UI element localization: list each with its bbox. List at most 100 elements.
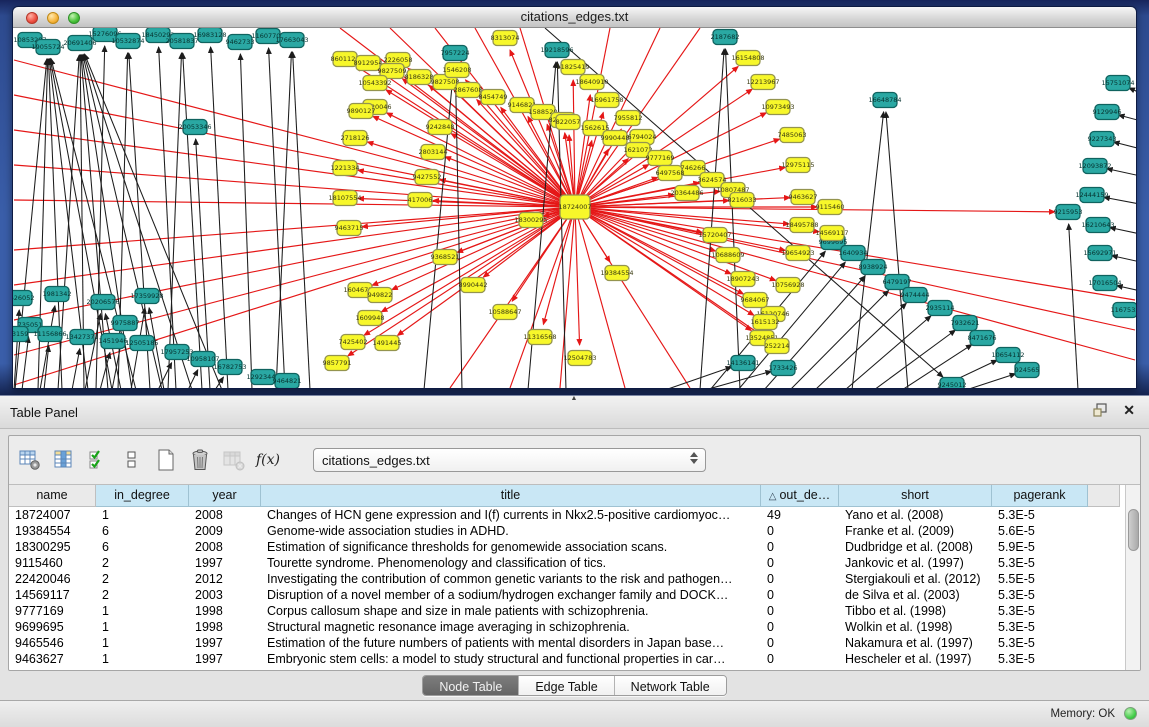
table-cell[interactable]: 1997 xyxy=(189,651,261,667)
select-rows-icon[interactable] xyxy=(87,449,109,471)
graph-node[interactable]: 12504783 xyxy=(563,351,596,366)
graph-node[interactable]: 7485063 xyxy=(778,128,807,143)
graph-node[interactable]: 11156866 xyxy=(33,327,66,342)
table-cell[interactable]: 1 xyxy=(96,619,189,635)
graph-node[interactable]: 9115460 xyxy=(816,200,845,215)
table-cell[interactable]: 0 xyxy=(761,651,839,667)
function-builder-icon[interactable]: f(x) xyxy=(257,449,279,471)
graph-node[interactable]: 10973493 xyxy=(761,100,794,115)
graph-node[interactable]: 10756928 xyxy=(771,278,804,293)
table-cell[interactable]: Hescheler et al. (1997) xyxy=(839,651,992,667)
graph-node[interactable]: 2935114 xyxy=(926,301,955,316)
graph-node[interactable]: 9245012 xyxy=(938,378,967,390)
tab-node-table[interactable]: Node Table xyxy=(423,676,519,696)
graph-node[interactable]: 14569117 xyxy=(815,226,848,241)
graph-node[interactable]: 6497568 xyxy=(656,166,685,181)
graph-node[interactable]: 393159 xyxy=(13,327,28,342)
table-cell[interactable]: 1 xyxy=(96,635,189,651)
graph-node[interactable]: 18907243 xyxy=(726,272,759,287)
column-header-name[interactable]: name xyxy=(9,485,96,507)
table-cell[interactable]: 1998 xyxy=(189,619,261,635)
graph-node[interactable]: 924565 xyxy=(1015,363,1040,378)
table-cell[interactable]: 5.5E-5 xyxy=(992,571,1088,587)
table-cell[interactable]: 5.3E-5 xyxy=(992,635,1088,651)
table-cell[interactable]: 1 xyxy=(96,651,189,667)
table-cell[interactable]: 2 xyxy=(96,555,189,571)
graph-node[interactable]: 2187682 xyxy=(711,30,740,45)
table-cell[interactable]: 5.3E-5 xyxy=(992,507,1088,523)
graph-node[interactable]: 9857791 xyxy=(323,356,352,371)
graph-node[interactable]: 1491445 xyxy=(373,336,402,351)
graph-node[interactable]: 15692971 xyxy=(1083,246,1116,261)
graph-node[interactable]: 9215953 xyxy=(1054,205,1083,220)
graph-node[interactable]: 9684067 xyxy=(741,293,770,308)
float-panel-icon[interactable] xyxy=(1093,403,1109,417)
graph-node[interactable]: 2718126 xyxy=(341,131,370,146)
graph-node[interactable]: 1609948 xyxy=(356,311,385,326)
network-canvas[interactable]: 1085328719055724206914061527609610532874… xyxy=(13,28,1136,389)
table-vertical-scrollbar[interactable] xyxy=(1125,485,1140,671)
graph-node[interactable]: 16648784 xyxy=(868,93,901,108)
table-cell[interactable]: 2 xyxy=(96,571,189,587)
create-table-icon[interactable] xyxy=(155,449,177,471)
graph-node[interactable]: 18724007 xyxy=(558,195,591,219)
graph-node[interactable]: 1640934 xyxy=(839,246,868,261)
graph-node[interactable]: 18640910 xyxy=(575,75,608,90)
graph-node[interactable]: 1546208 xyxy=(443,63,472,78)
table-cell[interactable]: Embryonic stem cells: a model to study s… xyxy=(261,651,761,667)
table-options-icon[interactable] xyxy=(19,449,41,471)
close-window-button[interactable] xyxy=(26,12,38,24)
table-cell[interactable]: 0 xyxy=(761,603,839,619)
graph-node[interactable]: 19218596 xyxy=(540,43,573,58)
table-cell[interactable]: 9115460 xyxy=(9,555,96,571)
table-row[interactable]: 1872400712008Changes of HCN gene express… xyxy=(9,507,1140,523)
scrollbar-thumb[interactable] xyxy=(1128,509,1139,551)
graph-node[interactable]: 8216033 xyxy=(728,193,757,208)
graph-node[interactable]: 10532874 xyxy=(111,34,144,49)
network-view-window[interactable]: citations_edges.txt 10853287190557242069… xyxy=(12,6,1137,389)
graph-node[interactable]: 16983128 xyxy=(193,28,226,43)
graph-node[interactable]: 9890127 xyxy=(347,104,376,119)
graph-node[interactable]: 11316568 xyxy=(523,330,556,345)
table-cell[interactable]: 5.3E-5 xyxy=(992,603,1088,619)
table-cell[interactable]: Wolkin et al. (1998) xyxy=(839,619,992,635)
table-cell[interactable]: Jankovic et al. (1997) xyxy=(839,555,992,571)
table-cell[interactable]: 5.3E-5 xyxy=(992,619,1088,635)
graph-node[interactable]: 1451946 xyxy=(99,334,128,349)
graph-node[interactable]: 18107554 xyxy=(328,191,361,206)
column-header-in_degree[interactable]: in_degree xyxy=(96,485,189,507)
graph-node[interactable]: 16210643 xyxy=(1081,218,1114,233)
graph-node[interactable]: 2803144 xyxy=(419,145,448,160)
graph-node[interactable]: 2626052 xyxy=(13,291,34,306)
graph-node[interactable]: 16961758 xyxy=(590,93,623,108)
graph-node[interactable]: 9462733 xyxy=(226,35,255,50)
table-cell[interactable]: 2008 xyxy=(189,539,261,555)
table-cell[interactable]: 0 xyxy=(761,635,839,651)
column-header-out_de[interactable]: △out_de… xyxy=(761,485,839,507)
graph-node[interactable]: 17663043 xyxy=(275,33,308,48)
graph-node[interactable]: 16782753 xyxy=(213,360,246,375)
graph-node[interactable]: 7955812 xyxy=(614,111,643,126)
table-cell[interactable]: 1998 xyxy=(189,603,261,619)
table-row[interactable]: 977716911998Corpus callosum shape and si… xyxy=(9,603,1140,619)
graph-node[interactable]: 12213967 xyxy=(746,75,779,90)
table-cell[interactable]: 2 xyxy=(96,587,189,603)
graph-node[interactable]: 1981342 xyxy=(43,287,72,302)
graph-node[interactable]: 12505185 xyxy=(125,336,158,351)
table-cell[interactable]: 5.6E-5 xyxy=(992,523,1088,539)
delete-table-icon[interactable] xyxy=(189,449,211,471)
table-cell[interactable]: Franke et al. (2009) xyxy=(839,523,992,539)
table-cell[interactable]: 5.9E-5 xyxy=(992,539,1088,555)
column-header-pagerank[interactable]: pagerank xyxy=(992,485,1088,507)
table-cell[interactable]: 49 xyxy=(761,507,839,523)
table-row[interactable]: 1830029562008Estimation of significance … xyxy=(9,539,1140,555)
table-cell[interactable]: Estimation of significance thresholds fo… xyxy=(261,539,761,555)
table-cell[interactable]: Disruption of a novel member of a sodium… xyxy=(261,587,761,603)
table-cell[interactable]: de Silva et al. (2003) xyxy=(839,587,992,603)
column-header-short[interactable]: short xyxy=(839,485,992,507)
graph-node[interactable]: 9474444 xyxy=(901,288,930,303)
table-cell[interactable]: 0 xyxy=(761,523,839,539)
table-cell[interactable]: 0 xyxy=(761,555,839,571)
graph-node[interactable]: 7957224 xyxy=(441,46,470,61)
graph-node[interactable]: 9227343 xyxy=(1088,132,1117,147)
